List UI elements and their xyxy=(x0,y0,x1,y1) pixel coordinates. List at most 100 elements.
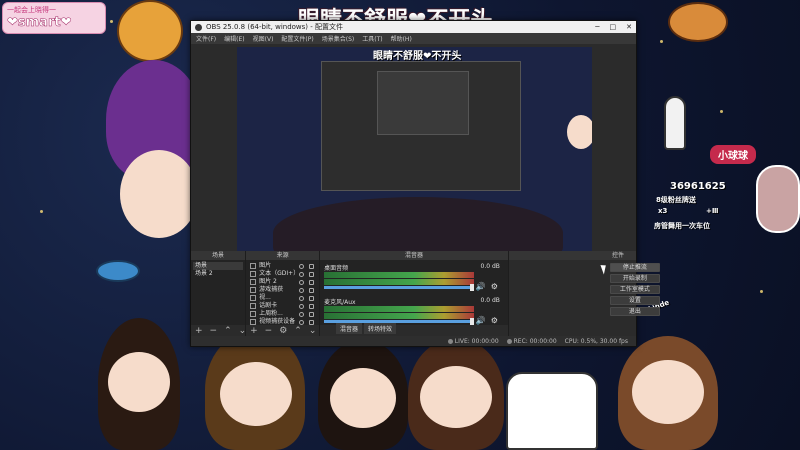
source-item[interactable]: 文本（GDI+） xyxy=(248,270,317,278)
menu-help[interactable]: 帮助(H) xyxy=(391,34,412,43)
streamer-avatar xyxy=(756,165,800,233)
lock-icon[interactable] xyxy=(309,287,315,293)
move-down-icon[interactable]: ⌄ xyxy=(309,326,317,336)
menu-edit[interactable]: 编辑(E) xyxy=(224,34,244,43)
menu-file[interactable]: 文件(F) xyxy=(196,34,216,43)
volume-meter xyxy=(324,272,474,278)
badge-line2: ❤smart❤ xyxy=(7,15,72,31)
volume-fader-knob[interactable] xyxy=(469,318,474,325)
decor-star xyxy=(720,110,723,113)
angry-character-face xyxy=(120,150,198,238)
remove-source-icon[interactable]: − xyxy=(265,326,273,336)
rec-time: REC: 00:00:00 xyxy=(513,337,557,345)
lock-icon[interactable] xyxy=(309,295,315,301)
visibility-icon[interactable] xyxy=(299,303,305,309)
menu-profile[interactable]: 配置文件(P) xyxy=(281,34,313,43)
scene-item[interactable]: 场景 xyxy=(193,262,244,270)
remove-scene-icon[interactable]: − xyxy=(210,326,218,336)
character-1-face xyxy=(108,352,170,412)
controls-dock: 控件 停止推流 开始录制 工作室模式 设置 退出 xyxy=(508,251,660,337)
decor-star xyxy=(40,210,43,213)
obs-statusbar: LIVE: 00:00:00 REC: 00:00:00 CPU: 0.5%, … xyxy=(191,336,636,346)
rec-indicator-icon xyxy=(506,338,512,344)
source-item[interactable]: 游戏捕获 xyxy=(248,286,317,294)
visibility-icon[interactable] xyxy=(299,271,305,277)
source-item[interactable]: 图片 xyxy=(248,262,317,270)
visibility-icon[interactable] xyxy=(299,311,305,317)
menu-view[interactable]: 视图(V) xyxy=(253,34,274,43)
source-item[interactable]: 话剧卡 xyxy=(248,302,317,310)
gear-icon[interactable]: ⚙ xyxy=(491,282,498,291)
lock-icon[interactable] xyxy=(309,279,315,285)
move-down-icon[interactable]: ⌄ xyxy=(239,326,247,336)
lock-icon[interactable] xyxy=(309,303,315,309)
source-item[interactable]: 图片 2 xyxy=(248,278,317,286)
exit-button[interactable]: 退出 xyxy=(609,307,660,316)
move-up-icon[interactable]: ⌃ xyxy=(224,326,232,336)
lock-icon[interactable] xyxy=(309,271,315,277)
source-type-icon xyxy=(250,295,257,301)
decor-star xyxy=(660,40,663,43)
menu-scene-collection[interactable]: 场景集合(S) xyxy=(322,34,355,43)
add-scene-icon[interactable]: + xyxy=(195,326,203,336)
start-recording-button[interactable]: 开始录制 xyxy=(609,274,660,283)
mixer-track-level: 0.0 dB xyxy=(480,297,500,304)
source-label: 图片 xyxy=(259,262,272,269)
obs-window[interactable]: OBS 25.0.8 (64-bit, windows) - 配置文件 ─ □ … xyxy=(190,20,660,347)
mixer-track-level: 0.0 dB xyxy=(480,263,500,270)
mixer-tabs: 混音器 转场特效 xyxy=(336,323,397,334)
source-label: 上周粉... xyxy=(259,310,283,317)
scene-item[interactable]: 场景 2 xyxy=(193,270,243,278)
source-item[interactable]: 视... xyxy=(248,294,317,302)
speaker-icon[interactable]: 🔊 xyxy=(476,282,486,291)
source-label: 游戏捕获 xyxy=(259,286,284,293)
visibility-icon[interactable] xyxy=(299,263,305,269)
volume-fader-knob[interactable] xyxy=(469,284,474,291)
visibility-icon[interactable] xyxy=(299,319,305,325)
visibility-icon[interactable] xyxy=(299,287,305,293)
source-type-icon xyxy=(250,263,257,269)
rocket-right xyxy=(664,96,686,150)
visibility-icon[interactable] xyxy=(299,279,305,285)
volume-meter xyxy=(324,306,474,312)
lock-icon[interactable] xyxy=(309,311,315,317)
fan-count: 36961625 xyxy=(670,181,726,192)
character-3-face xyxy=(330,368,396,428)
close-icon[interactable]: ✕ xyxy=(626,23,632,31)
sources-list: 图片 文本（GDI+） 图片 2 游戏捕获 视... 话剧卡 上周粉... 视频… xyxy=(246,260,320,325)
volume-fader[interactable] xyxy=(324,286,474,289)
sources-header: 来源 xyxy=(246,251,320,260)
source-settings-icon[interactable]: ⚙ xyxy=(279,326,287,336)
source-label: 视... xyxy=(259,294,271,301)
visibility-icon[interactable] xyxy=(299,295,305,301)
source-item[interactable]: 上周粉... xyxy=(248,310,317,318)
volume-meter xyxy=(324,313,474,319)
obs-titlebar[interactable]: OBS 25.0.8 (64-bit, windows) - 配置文件 ─ □ … xyxy=(191,21,636,33)
smart-badge: 一起会上晓得一 ❤smart❤ xyxy=(2,2,106,34)
cat-mascot xyxy=(506,372,598,450)
obs-preview[interactable]: 眼睛不舒服❤不开头 xyxy=(237,47,592,269)
tab-mixer[interactable]: 混音器 xyxy=(336,323,363,334)
add-source-icon[interactable]: + xyxy=(250,326,258,336)
move-up-icon[interactable]: ⌃ xyxy=(294,326,302,336)
obs-menubar: 文件(F) 编辑(E) 视图(V) 配置文件(P) 场景集合(S) 工具(T) … xyxy=(191,33,636,44)
gear-icon[interactable]: ⚙ xyxy=(491,316,498,325)
lock-icon[interactable] xyxy=(309,319,315,325)
settings-button[interactable]: 设置 xyxy=(609,296,660,305)
orange-planet xyxy=(117,0,183,62)
minimize-icon[interactable]: ─ xyxy=(595,23,599,31)
stop-stream-button[interactable]: 停止推流 xyxy=(609,263,660,272)
window-controls: ─ □ ✕ xyxy=(595,23,632,31)
tab-transitions[interactable]: 转场特效 xyxy=(364,323,397,334)
controls-buttons: 停止推流 开始录制 工作室模式 设置 退出 xyxy=(607,261,663,318)
menu-tools[interactable]: 工具(T) xyxy=(362,34,382,43)
live-status: LIVE: 00:00:00 xyxy=(447,338,499,345)
mixer-header: 混音器 xyxy=(320,251,508,260)
scenes-list: 场景 场景 2 xyxy=(191,260,246,325)
obs-window-title: OBS 25.0.8 (64-bit, windows) - 配置文件 xyxy=(206,23,344,31)
speaker-icon[interactable]: 🔊 xyxy=(476,316,486,325)
maximize-icon[interactable]: □ xyxy=(610,23,617,31)
studio-mode-button[interactable]: 工作室模式 xyxy=(609,285,660,294)
lock-icon[interactable] xyxy=(309,263,315,269)
source-type-icon xyxy=(250,311,257,317)
